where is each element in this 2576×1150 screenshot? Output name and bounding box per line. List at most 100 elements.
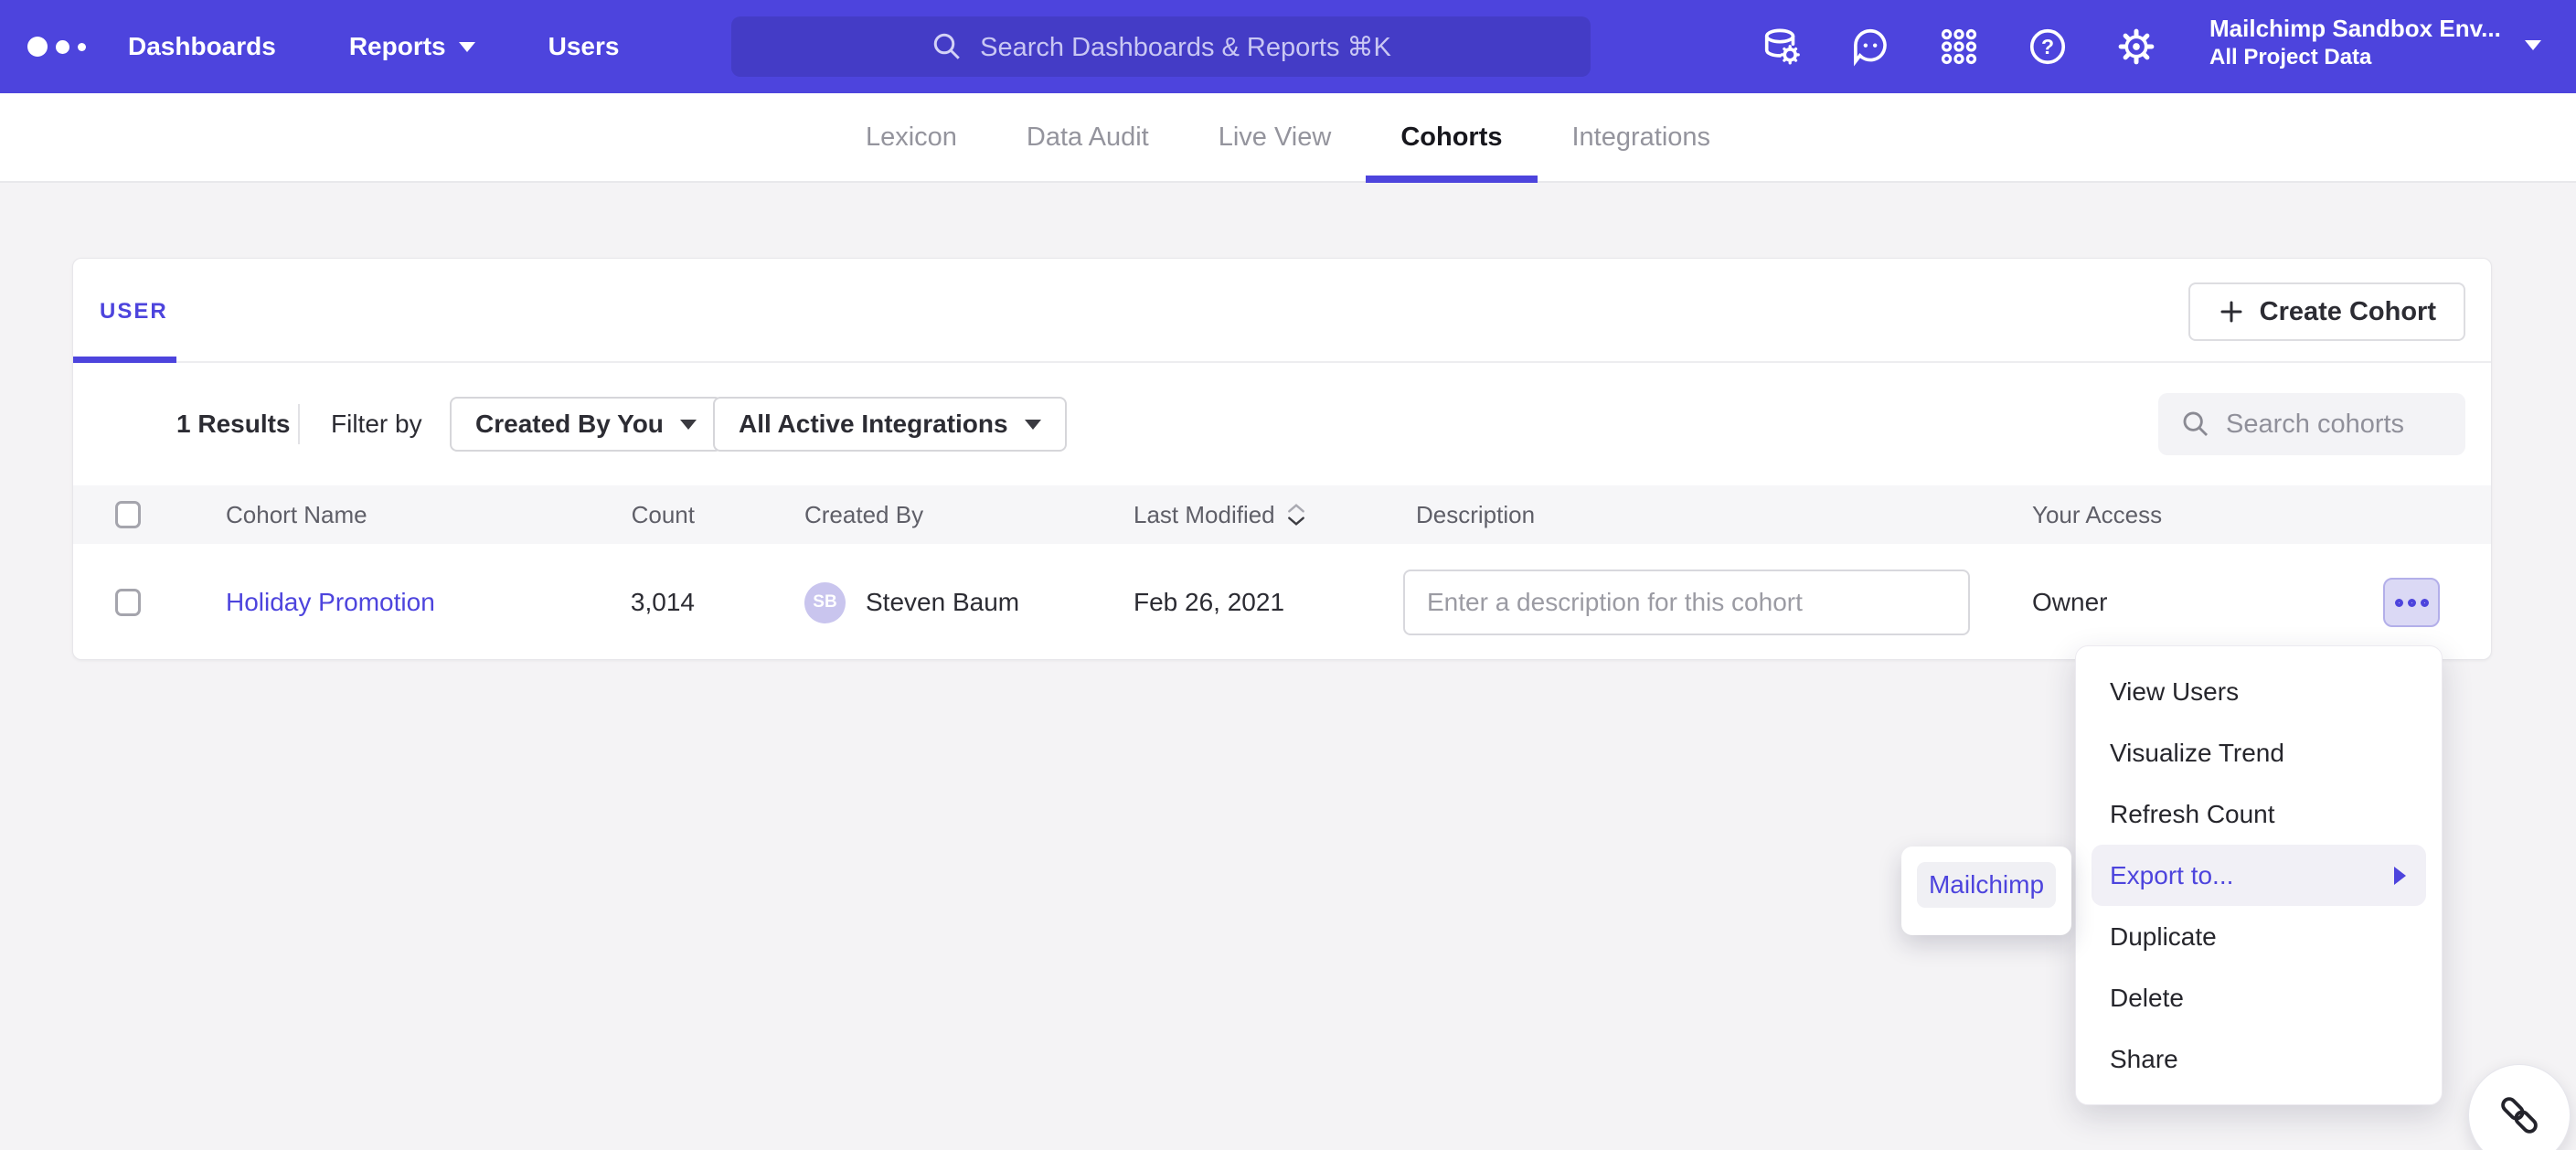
access-cell: Owner (2032, 544, 2107, 661)
description-input[interactable] (1403, 570, 1970, 635)
link-icon (2495, 1091, 2544, 1140)
search-cohorts-placeholder: Search cohorts (2226, 410, 2404, 440)
plus-icon (2218, 298, 2245, 325)
tab-label: Data Audit (1027, 122, 1149, 153)
table-header: Cohort Name Count Created By Last Modifi… (73, 485, 2491, 544)
column-label: Cohort Name (226, 501, 367, 529)
filter-by-label: Filter by (331, 363, 422, 485)
tab-lexicon[interactable]: Lexicon (831, 93, 992, 181)
search-cohorts-input[interactable]: Search cohorts (2158, 393, 2465, 455)
menu-item-label: Refresh Count (2110, 800, 2275, 829)
tab-live-view[interactable]: Live View (1184, 93, 1367, 181)
search-icon (931, 30, 963, 63)
menu-item-delete[interactable]: Delete (2076, 967, 2442, 1028)
data-management-subnav: Lexicon Data Audit Live View Cohorts Int… (0, 93, 2576, 183)
data-icon[interactable] (1761, 26, 1803, 68)
created-by-cell: SB Steven Baum (804, 544, 1019, 661)
nav-item-reports[interactable]: Reports (349, 32, 475, 61)
column-label: Your Access (2032, 501, 2162, 529)
column-last-modified[interactable]: Last Modified (1134, 485, 1306, 544)
chevron-down-icon (1025, 420, 1041, 430)
menu-item-refresh-count[interactable]: Refresh Count (2076, 783, 2442, 845)
divider (298, 404, 300, 444)
column-count[interactable]: Count (548, 485, 695, 544)
export-submenu: Mailchimp (1901, 847, 2071, 935)
column-label: Last Modified (1134, 501, 1275, 529)
top-navbar: Dashboards Reports Users Search Dashboar… (0, 0, 2576, 93)
active-tab-underline (1366, 176, 1537, 183)
top-nav-icon-group: ? (1761, 0, 2157, 93)
svg-text:?: ? (2041, 35, 2054, 59)
avatar: SB (804, 582, 846, 623)
chevron-down-icon (680, 420, 697, 430)
column-label: Created By (804, 501, 923, 529)
row-checkbox[interactable] (115, 589, 141, 616)
project-chevron-down-icon[interactable] (2525, 40, 2541, 50)
apps-icon[interactable] (1938, 26, 1980, 68)
cohort-count: 3,014 (548, 544, 695, 661)
table-row: Holiday Promotion 3,014 SB Steven Baum F… (73, 544, 2491, 661)
nav-item-label: Users (548, 32, 620, 61)
project-switcher[interactable]: Mailchimp Sandbox Env... All Project Dat… (2209, 14, 2501, 71)
create-cohort-label: Create Cohort (2260, 297, 2436, 327)
cohorts-card: USER Create Cohort 1 Results Filter by C… (72, 258, 2492, 660)
nav-item-dashboards[interactable]: Dashboards (128, 32, 276, 61)
menu-item-visualize-trend[interactable]: Visualize Trend (2076, 722, 2442, 783)
column-your-access[interactable]: Your Access (2032, 485, 2162, 544)
submenu-item-mailchimp[interactable]: Mailchimp (1917, 862, 2056, 908)
integrations-filter-dropdown[interactable]: All Active Integrations (713, 397, 1067, 452)
tab-integrations[interactable]: Integrations (1538, 93, 1746, 181)
tab-label: Lexicon (866, 122, 957, 153)
tab-label: Live View (1219, 122, 1332, 153)
help-icon[interactable]: ? (2027, 26, 2069, 68)
column-description[interactable]: Description (1403, 485, 1535, 544)
created-by-filter-dropdown[interactable]: Created By You (450, 397, 722, 452)
cohorts-page: Dashboards Reports Users Search Dashboar… (0, 0, 2576, 1150)
tab-cohorts[interactable]: Cohorts (1366, 93, 1537, 181)
menu-item-export-to[interactable]: Export to... (2092, 845, 2426, 906)
last-modified-cell: Feb 26, 2021 (1134, 544, 1284, 661)
top-nav-items: Dashboards Reports Users (128, 0, 619, 93)
dropdown-label: Created By You (475, 410, 664, 439)
row-more-actions-button[interactable] (2383, 578, 2440, 627)
row-actions-menu: View Users Visualize Trend Refresh Count… (2075, 645, 2443, 1105)
cohorts-card-header: USER Create Cohort (73, 259, 2491, 363)
copy-link-fab-button[interactable] (2468, 1064, 2571, 1150)
nav-item-users[interactable]: Users (548, 32, 620, 61)
tab-user-cohorts[interactable]: USER (100, 299, 168, 325)
feedback-icon[interactable] (1849, 26, 1891, 68)
menu-item-label: Duplicate (2110, 922, 2217, 952)
menu-item-label: Export to... (2110, 861, 2233, 890)
select-all-checkbox[interactable] (115, 501, 141, 528)
column-cohort-name[interactable]: Cohort Name (226, 485, 367, 544)
column-label: Description (1416, 501, 1535, 529)
submenu-item-label: Mailchimp (1929, 870, 2044, 900)
menu-item-label: View Users (2110, 677, 2239, 707)
tab-label: Cohorts (1400, 122, 1502, 153)
menu-item-share[interactable]: Share (2076, 1028, 2442, 1090)
submenu-arrow-icon (2394, 867, 2406, 885)
settings-icon[interactable] (2115, 26, 2157, 68)
column-created-by[interactable]: Created By (804, 485, 923, 544)
filter-toolbar: 1 Results Filter by Created By You All A… (73, 363, 2491, 485)
menu-item-label: Share (2110, 1045, 2178, 1074)
menu-item-duplicate[interactable]: Duplicate (2076, 906, 2442, 967)
menu-item-label: Delete (2110, 984, 2184, 1013)
search-icon (2180, 409, 2211, 440)
project-name: Mailchimp Sandbox Env... (2209, 14, 2501, 44)
tab-data-audit[interactable]: Data Audit (992, 93, 1184, 181)
ellipsis-icon (2395, 599, 2403, 607)
chevron-down-icon (459, 42, 475, 52)
nav-item-label: Dashboards (128, 32, 276, 61)
global-search-input[interactable]: Search Dashboards & Reports ⌘K (731, 16, 1591, 77)
cohort-name-link[interactable]: Holiday Promotion (226, 588, 435, 617)
mixpanel-logo-icon[interactable] (27, 0, 86, 93)
user-tab-underline (73, 357, 176, 363)
project-subtitle: All Project Data (2209, 44, 2501, 71)
results-count: 1 Results (176, 363, 291, 485)
create-cohort-button[interactable]: Create Cohort (2188, 282, 2465, 341)
global-search-placeholder: Search Dashboards & Reports ⌘K (980, 31, 1391, 63)
sort-icon[interactable] (1286, 503, 1306, 527)
menu-item-view-users[interactable]: View Users (2076, 661, 2442, 722)
tab-label: Integrations (1572, 122, 1711, 153)
